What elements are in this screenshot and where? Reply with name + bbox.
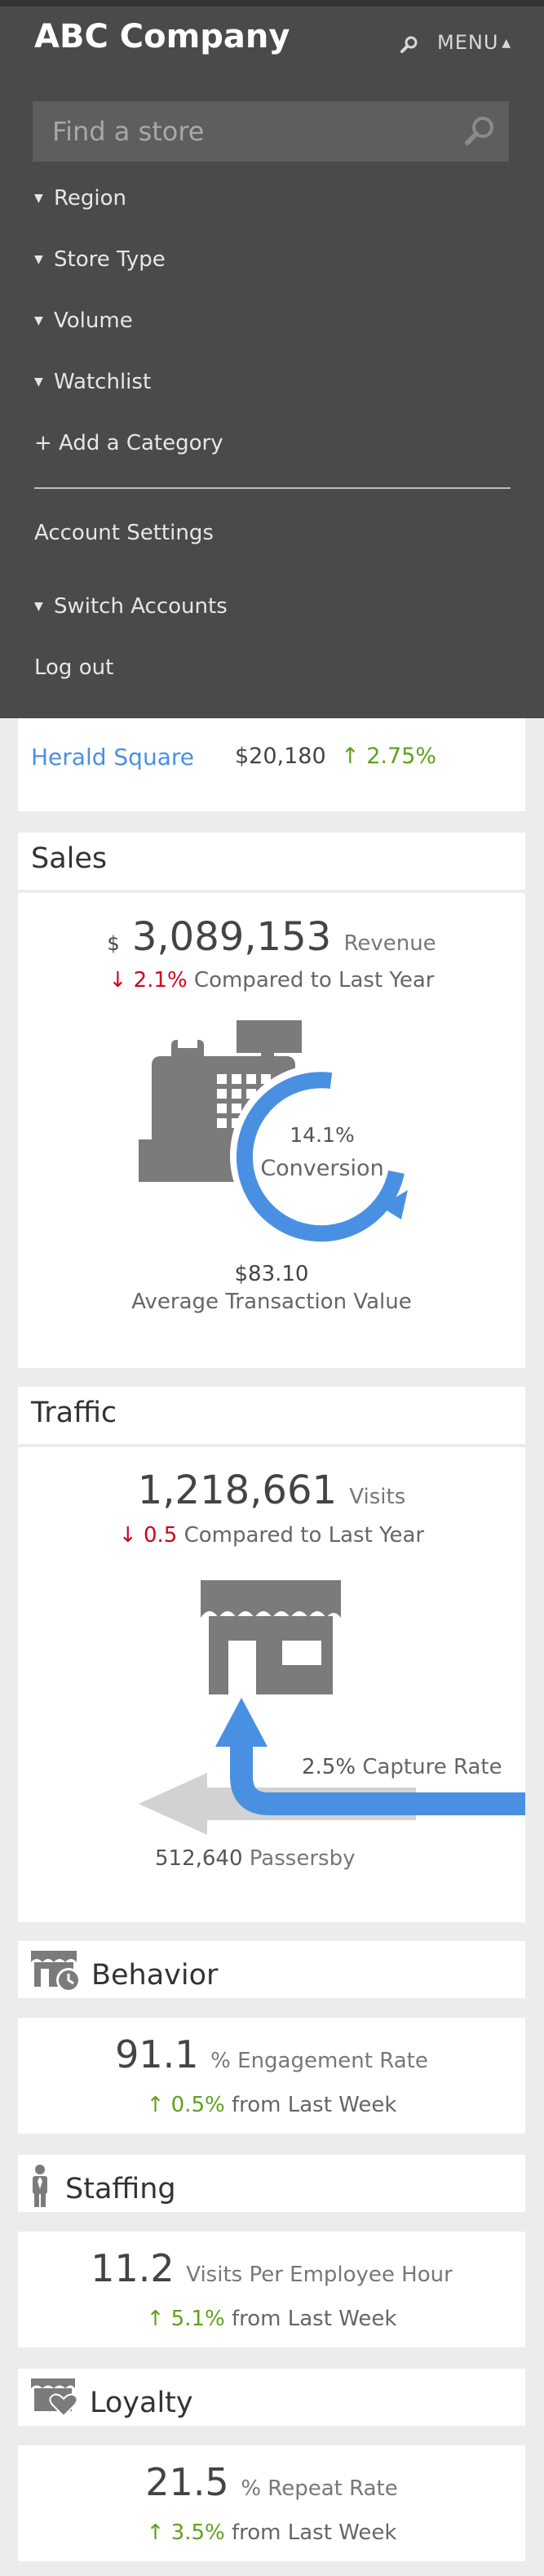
arrow-up-icon: ↑: [146, 2307, 165, 2331]
caret-down-icon: ▼: [34, 375, 43, 389]
conversion-value: 14.1%: [290, 1123, 355, 1147]
menu-item-region[interactable]: ▼ Region: [34, 186, 126, 211]
menu-item-volume[interactable]: ▼ Volume: [34, 309, 133, 333]
store-name-link[interactable]: Herald Square: [31, 744, 194, 771]
staffing-change-line: ↑ 5.1% from Last Week: [18, 2307, 525, 2331]
staff-person-icon: [33, 2165, 47, 2207]
staffing-title: Staffing: [65, 2173, 176, 2205]
passersby-text: 512,640 Passersby: [155, 1846, 355, 1871]
capture-rate-text: 2.5% Capture Rate: [302, 1755, 502, 1779]
behavior-change-value: 0.5%: [170, 2093, 225, 2117]
switch-accounts-label: Switch Accounts: [54, 594, 228, 619]
menu-item-label: Volume: [54, 309, 133, 333]
currency-symbol: $: [107, 932, 120, 955]
caret-down-icon: ▼: [34, 600, 43, 613]
arrow-down-icon: ↓: [108, 968, 127, 993]
atv-value: $83.10: [234, 1262, 309, 1286]
caret-down-icon: ▼: [34, 253, 43, 266]
passersby-label: Passersby: [249, 1846, 356, 1871]
header-search-icon[interactable]: [400, 34, 419, 57]
arrow-up-icon: ↑: [146, 2093, 165, 2117]
visits-value: 1,218,661: [137, 1468, 338, 1513]
atv-label: Average Transaction Value: [131, 1290, 412, 1314]
menu-item-label: Store Type: [54, 247, 166, 272]
logout-link[interactable]: Log out: [34, 655, 113, 680]
arrow-up-icon: ↑: [146, 2520, 165, 2545]
sales-change-label: Compared to Last Year: [193, 968, 435, 993]
arrow-down-icon: ↓: [118, 1523, 137, 1548]
staffing-change-value: 5.1%: [170, 2307, 225, 2331]
sales-title: Sales: [31, 842, 108, 875]
menu-item-label: Watchlist: [54, 370, 152, 394]
account-settings-link[interactable]: Account Settings: [34, 521, 214, 545]
loyalty-change-value: 3.5%: [170, 2520, 225, 2545]
loyalty-heart-icon: [31, 2378, 78, 2418]
staffing-value: 11.2: [91, 2246, 175, 2290]
caret-down-icon: ▼: [34, 192, 43, 205]
visits-label: Visits: [349, 1485, 406, 1509]
add-category-link[interactable]: + Add a Category: [34, 431, 223, 455]
menu-divider: [34, 487, 511, 489]
store-value: $20,180: [235, 744, 326, 769]
menu-item-label: Region: [54, 186, 127, 211]
loyalty-title: Loyalty: [90, 2387, 193, 2419]
menu-item-store-type[interactable]: ▼ Store Type: [34, 247, 166, 272]
revenue-line: $ 3,089,153 Revenue: [18, 914, 525, 960]
behavior-metric-line: 91.1 % Engagement Rate: [18, 2032, 525, 2076]
passersby-value: 512,640: [155, 1846, 243, 1871]
menu-item-watchlist[interactable]: ▼ Watchlist: [34, 370, 151, 394]
triangle-up-icon: ▲: [502, 37, 512, 50]
store-change: ↑ 2.75%: [341, 744, 436, 769]
storefront-icon: [201, 1580, 341, 1694]
capture-rate-label: Capture Rate: [362, 1755, 502, 1779]
navigation-menu: ABC Company MENU▲ ▼ Region ▼ Store Type ▼ V…: [0, 0, 544, 718]
loyalty-change-label: from Last Week: [231, 2520, 397, 2545]
sales-change-line: ↓ 2.1% Compared to Last Year: [18, 968, 525, 993]
visits-line: 1,218,661 Visits: [18, 1468, 525, 1513]
conversion-label: Conversion: [260, 1156, 384, 1181]
top-border: [0, 0, 544, 7]
behavior-change-line: ↑ 0.5% from Last Week: [18, 2093, 525, 2117]
traffic-change-value: 0.5: [143, 1523, 178, 1548]
repeat-value: 21.5: [145, 2460, 229, 2504]
caret-down-icon: ▼: [34, 314, 43, 327]
traffic-change-label: Compared to Last Year: [184, 1523, 425, 1548]
staffing-metric-line: 11.2 Visits Per Employee Hour: [18, 2246, 525, 2290]
staffing-change-label: from Last Week: [231, 2307, 397, 2331]
staffing-label: Visits Per Employee Hour: [186, 2263, 453, 2287]
capture-rate-value: 2.5%: [302, 1755, 356, 1779]
loyalty-change-line: ↑ 3.5% from Last Week: [18, 2520, 525, 2545]
loyalty-metric-line: 21.5 % Repeat Rate: [18, 2460, 525, 2504]
traffic-title: Traffic: [31, 1397, 117, 1429]
repeat-label: % Repeat Rate: [241, 2476, 398, 2501]
store-search-input[interactable]: [33, 101, 460, 162]
engagement-value: 91.1: [115, 2032, 199, 2076]
behavior-change-label: from Last Week: [231, 2093, 397, 2117]
sales-change-value: 2.1%: [133, 968, 188, 993]
store-search-box[interactable]: [33, 101, 509, 162]
switch-accounts-link[interactable]: ▼ Switch Accounts: [34, 594, 228, 619]
store-change-value: 2.75%: [366, 744, 436, 769]
brand-title[interactable]: ABC Company: [34, 18, 290, 56]
behavior-title: Behavior: [91, 1959, 219, 1992]
menu-toggle-button[interactable]: MENU ▲: [437, 31, 511, 54]
menu-label: MENU: [437, 31, 499, 54]
revenue-value: 3,089,153: [131, 914, 332, 960]
traffic-change-line: ↓ 0.5 Compared to Last Year: [18, 1523, 525, 1548]
arrow-up-icon: ↑: [341, 744, 367, 769]
search-icon[interactable]: [463, 114, 496, 150]
behavior-icon: [31, 1951, 81, 1992]
revenue-label: Revenue: [343, 931, 436, 956]
engagement-label: % Engagement Rate: [210, 2049, 428, 2073]
